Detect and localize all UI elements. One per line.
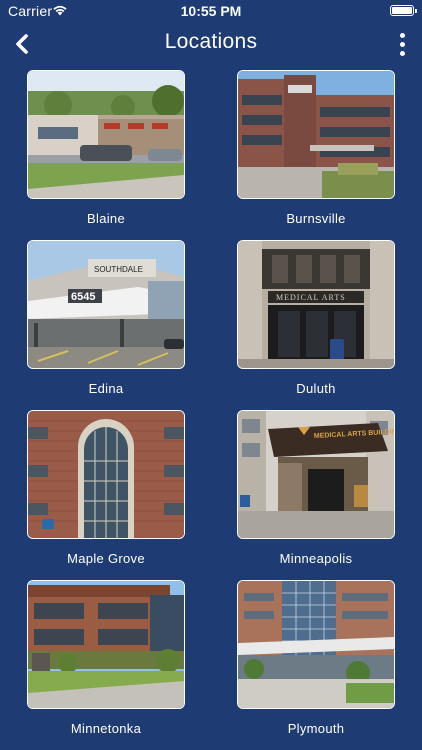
location-label: Blaine — [87, 211, 125, 226]
burnsville-clinic-photo — [238, 71, 394, 198]
location-tile-blaine[interactable]: Blaine — [27, 70, 185, 234]
location-photo — [27, 410, 185, 539]
location-tile-edina[interactable]: SOUTHDALE 6545 Edina — [27, 240, 185, 404]
location-photo — [237, 580, 395, 709]
more-vertical-icon-dot — [399, 50, 405, 56]
location-photo: SOUTHDALE 6545 — [27, 240, 185, 369]
location-photo — [27, 580, 185, 709]
location-label: Duluth — [296, 381, 336, 396]
location-label: Edina — [88, 381, 124, 396]
location-tile-plymouth[interactable]: Plymouth — [237, 580, 395, 744]
duluth-building-sign: MEDICAL ARTS — [276, 293, 346, 302]
battery-icon — [390, 5, 417, 16]
location-label: Minnetonka — [70, 721, 142, 736]
location-label: Burnsville — [286, 211, 346, 226]
duluth-clinic-photo: MEDICAL ARTS — [238, 241, 394, 368]
plymouth-clinic-photo — [238, 581, 394, 708]
location-label: Minneapolis — [279, 551, 353, 566]
status-time: 10:55 PM — [180, 3, 242, 19]
edina-building-number: 6545 — [71, 291, 95, 303]
maple-grove-clinic-photo — [28, 411, 184, 538]
location-photo — [27, 70, 185, 199]
location-label: Maple Grove — [67, 551, 145, 566]
location-tile-duluth[interactable]: MEDICAL ARTS Duluth — [237, 240, 395, 404]
more-vertical-icon-dot — [399, 32, 405, 38]
navigation-bar: Locations — [0, 24, 422, 64]
location-tile-burnsville[interactable]: Burnsville — [237, 70, 395, 234]
minneapolis-clinic-photo: MEDICAL ARTS BUILDING — [238, 411, 394, 538]
more-options-button[interactable] — [390, 28, 414, 60]
status-bar: Carrier 10:55 PM — [0, 0, 422, 24]
location-photo: MEDICAL ARTS BUILDING — [237, 410, 395, 539]
location-photo: MEDICAL ARTS — [237, 240, 395, 369]
edina-clinic-photo: SOUTHDALE 6545 — [28, 241, 184, 368]
minnetonka-clinic-photo — [28, 581, 184, 708]
location-tile-minneapolis[interactable]: MEDICAL ARTS BUILDING Minneapolis — [237, 410, 395, 574]
location-photo — [237, 70, 395, 199]
edina-building-sign: SOUTHDALE — [94, 265, 143, 274]
location-tile-maple-grove[interactable]: Maple Grove — [27, 410, 185, 574]
blaine-clinic-photo — [28, 71, 184, 198]
more-vertical-icon-dot — [399, 41, 405, 47]
page-title: Locations — [164, 30, 258, 53]
location-label: Plymouth — [287, 721, 345, 736]
location-tile-minnetonka[interactable]: Minnetonka — [27, 580, 185, 744]
